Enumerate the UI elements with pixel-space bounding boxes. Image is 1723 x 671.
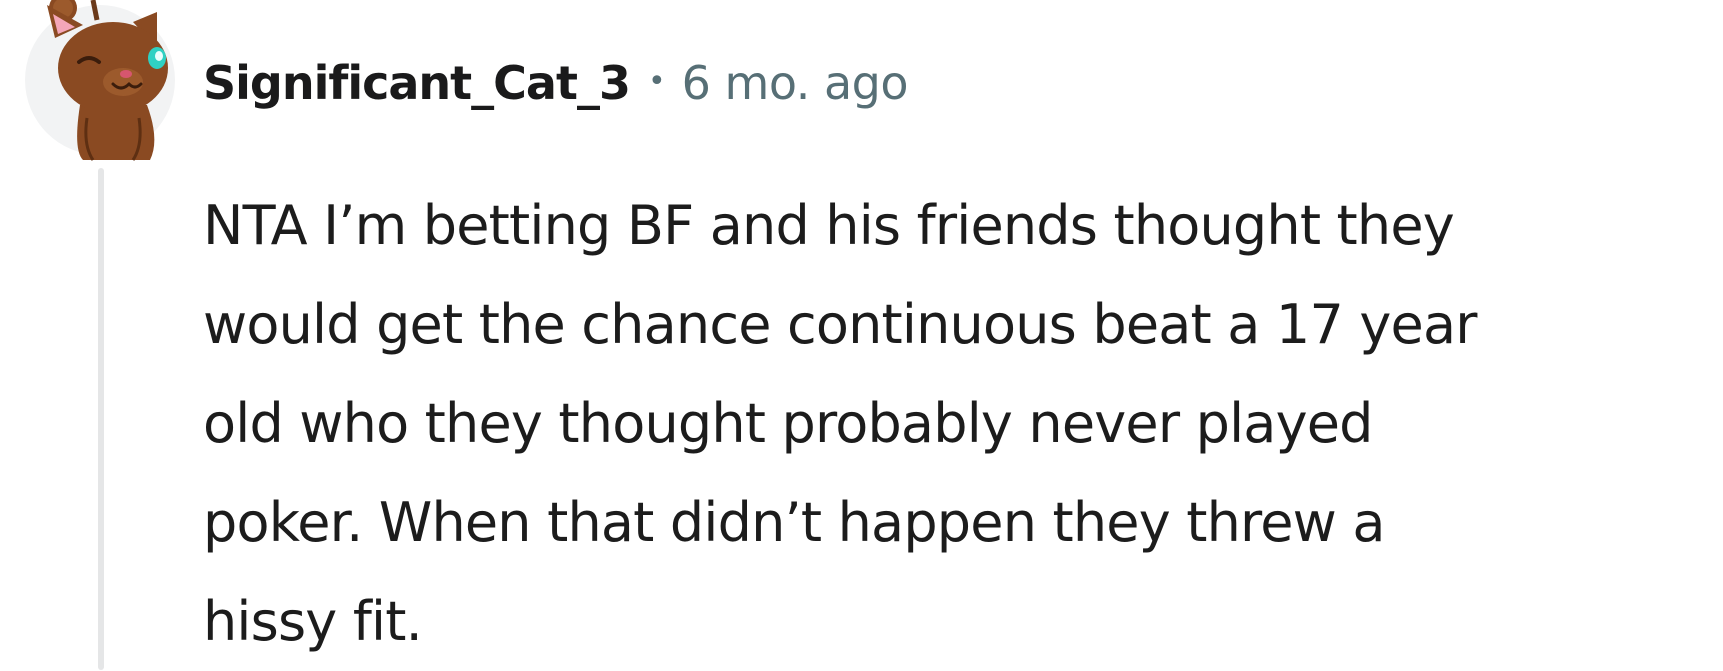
comment-timestamp[interactable]: 6 mo. ago bbox=[682, 56, 909, 110]
meta-separator: • bbox=[647, 63, 666, 99]
comment-body-line: old who they thought probably never play… bbox=[203, 392, 1373, 455]
comment-body-line: hissy fit. bbox=[203, 590, 423, 653]
thread-collapse-line[interactable] bbox=[98, 168, 104, 670]
snoo-cat-avatar-icon bbox=[47, 0, 168, 161]
comment-body: NTA I’m betting BF and his friends thoug… bbox=[203, 176, 1703, 671]
comment-body-line: poker. When that didn’t happen they thre… bbox=[203, 491, 1385, 554]
comment-body-line: would get the chance continuous beat a 1… bbox=[203, 293, 1477, 356]
comment-body-line: NTA I’m betting BF and his friends thoug… bbox=[203, 194, 1455, 257]
avatar[interactable] bbox=[25, 0, 185, 161]
comment: Significant_Cat_3 • 6 mo. ago NTA I’m be… bbox=[0, 0, 1723, 670]
comment-meta: Significant_Cat_3 • 6 mo. ago bbox=[203, 48, 908, 118]
author-username[interactable]: Significant_Cat_3 bbox=[203, 56, 631, 110]
